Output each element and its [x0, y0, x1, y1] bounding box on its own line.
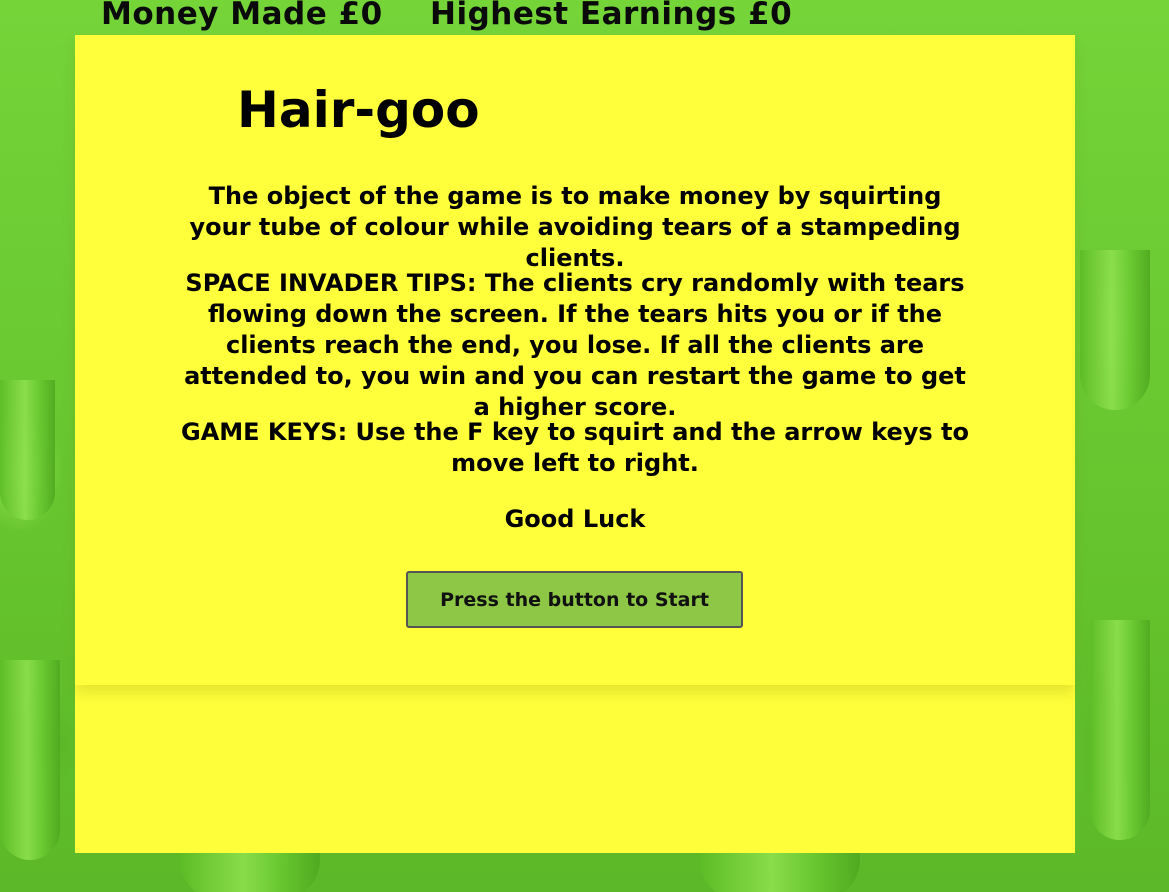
- game-keys-text: GAME KEYS: Use the F key to squirt and t…: [181, 418, 969, 477]
- start-button[interactable]: Press the button to Start: [406, 571, 743, 628]
- tips-text: SPACE INVADER TIPS: The clients cry rand…: [184, 269, 966, 421]
- money-made-counter: Money Made £0: [101, 0, 383, 32]
- slime-drip: [1080, 250, 1150, 410]
- game-panel: Hair-goo The object of the game is to ma…: [75, 35, 1075, 853]
- slime-drip: [1090, 620, 1150, 840]
- game-title: Hair-goo: [237, 81, 480, 139]
- objective-text: The object of the game is to make money …: [189, 182, 961, 272]
- slime-drip: [0, 380, 55, 520]
- slime-drip: [0, 660, 60, 860]
- highest-earnings-counter: Highest Earnings £0: [430, 0, 793, 32]
- good-luck-text: Good Luck: [504, 505, 646, 533]
- score-bar: Money Made £0 Highest Earnings £0: [0, 0, 1169, 34]
- intro-screen: Hair-goo The object of the game is to ma…: [75, 35, 1075, 685]
